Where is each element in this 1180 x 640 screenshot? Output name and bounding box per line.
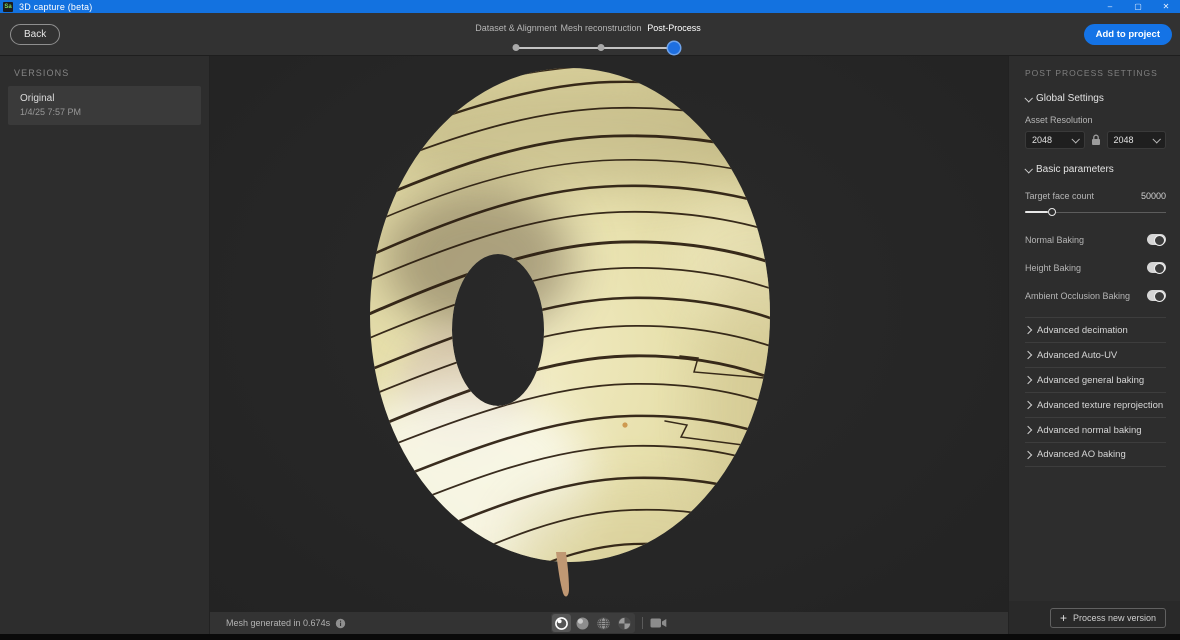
- lock-link-icon[interactable]: [1091, 134, 1101, 146]
- view-uv-check-button[interactable]: [615, 614, 634, 632]
- versions-header: VERSIONS: [14, 68, 70, 78]
- view-shaded-button[interactable]: [573, 614, 592, 632]
- post-process-panel: POST PROCESS SETTINGS Global Settings As…: [1008, 56, 1180, 601]
- step-dot-3-active[interactable]: [668, 41, 680, 54]
- target-face-count-label: Target face count: [1025, 191, 1095, 201]
- step-connector: [604, 47, 668, 49]
- donut-3d-model[interactable]: [210, 56, 1008, 612]
- wireframe-sphere-icon: [597, 616, 610, 630]
- view-textured-button[interactable]: [552, 614, 571, 632]
- advanced-general-baking-row[interactable]: Advanced general baking: [1023, 367, 1166, 392]
- textured-sphere-icon: [555, 616, 568, 630]
- process-stepper: Dataset & Alignment Mesh reconstruction …: [466, 19, 722, 54]
- plus-icon: +: [1060, 611, 1068, 625]
- height-baking-toggle[interactable]: [1147, 262, 1166, 274]
- chevron-right-icon: [1023, 325, 1033, 335]
- advanced-normal-baking-row[interactable]: Advanced normal baking: [1023, 417, 1166, 442]
- info-icon[interactable]: [335, 618, 346, 629]
- basic-parameters-section[interactable]: Basic parameters: [1024, 164, 1166, 175]
- post-process-header: POST PROCESS SETTINGS: [1025, 68, 1158, 78]
- maximize-button[interactable]: ▢: [1124, 0, 1152, 13]
- advanced-texture-reprojection-row[interactable]: Advanced texture reprojection: [1023, 392, 1166, 417]
- close-button[interactable]: ✕: [1152, 0, 1180, 13]
- titlebar: Sa 3D capture (beta) – ▢ ✕: [0, 0, 1180, 13]
- advanced-ao-baking-row[interactable]: Advanced AO baking: [1023, 442, 1166, 467]
- resolution-x-value: 2048: [1032, 135, 1053, 145]
- target-face-count-row: Target face count 50000: [1025, 191, 1166, 201]
- target-face-count-value: 50000: [1140, 191, 1166, 201]
- normal-baking-toggle[interactable]: [1147, 234, 1166, 246]
- advanced-ao-baking-label: Advanced AO baking: [1037, 449, 1126, 460]
- advanced-sections-list: Advanced decimation Advanced Auto-UV Adv…: [1023, 317, 1166, 467]
- add-to-project-button[interactable]: Add to project: [1083, 24, 1172, 45]
- resolution-y-value: 2048: [1113, 135, 1134, 145]
- advanced-auto-uv-row[interactable]: Advanced Auto-UV: [1023, 342, 1166, 367]
- basic-parameters-title: Basic parameters: [1036, 164, 1114, 175]
- chevron-right-icon: [1023, 450, 1033, 459]
- view-wireframe-button[interactable]: [594, 614, 613, 632]
- resolution-y-dropdown[interactable]: 2048: [1106, 131, 1166, 149]
- height-baking-row: Height Baking: [1025, 262, 1166, 274]
- step-dataset-alignment[interactable]: Dataset & Alignment: [475, 23, 557, 33]
- chevron-down-icon: [1070, 135, 1080, 144]
- process-new-version-button[interactable]: + Process new version: [1050, 608, 1167, 628]
- camera-record-icon[interactable]: [650, 617, 667, 629]
- mesh-status: Mesh generated in 0.674s: [226, 612, 346, 634]
- versions-panel: VERSIONS Original 1/4/25 7:57 PM: [0, 56, 210, 634]
- ambient-occlusion-baking-row: Ambient Occlusion Baking: [1025, 290, 1166, 302]
- app-window: Sa 3D capture (beta) – ▢ ✕ Back Dataset …: [0, 0, 1180, 640]
- minimize-button[interactable]: –: [1096, 0, 1124, 13]
- chevron-right-icon: [1023, 400, 1033, 410]
- advanced-auto-uv-label: Advanced Auto-UV: [1037, 349, 1118, 361]
- toolbar: Back Dataset & Alignment Mesh reconstruc…: [0, 13, 1180, 56]
- target-face-count-slider[interactable]: [1025, 207, 1166, 217]
- advanced-texture-reprojection-label: Advanced texture reprojection: [1037, 399, 1164, 411]
- back-button[interactable]: Back: [10, 24, 61, 45]
- viewmode-cluster: [551, 612, 667, 634]
- window-controls: – ▢ ✕: [1096, 0, 1180, 13]
- normal-baking-label: Normal Baking: [1025, 234, 1085, 245]
- chevron-down-icon: [1152, 135, 1161, 144]
- global-settings-title: Global Settings: [1036, 93, 1104, 104]
- step-post-process[interactable]: Post-Process: [647, 23, 701, 33]
- viewmode-group: [551, 613, 635, 633]
- asset-resolution-row: 2048 2048: [1025, 131, 1166, 149]
- resolution-x-dropdown[interactable]: 2048: [1025, 131, 1085, 149]
- window-title: 3D capture (beta): [19, 1, 93, 12]
- viewport-3d[interactable]: [210, 56, 1008, 612]
- asset-resolution-label: Asset Resolution: [1025, 115, 1093, 125]
- sampler-app-icon: Sa: [3, 1, 13, 12]
- chevron-right-icon: [1023, 375, 1033, 385]
- quadrant-sphere-icon: [618, 616, 631, 630]
- slider-fill: [1025, 211, 1048, 213]
- viewmode-divider: [642, 617, 643, 629]
- step-dot-1[interactable]: [512, 44, 520, 51]
- advanced-general-baking-label: Advanced general baking: [1037, 374, 1145, 386]
- normal-baking-row: Normal Baking: [1025, 234, 1166, 246]
- right-footer: + Process new version: [1008, 601, 1180, 634]
- viewport-bottom-bar: Mesh generated in 0.674s: [210, 612, 1008, 634]
- shaded-sphere-icon: [576, 617, 589, 629]
- ambient-occlusion-baking-label: Ambient Occlusion Baking: [1025, 290, 1131, 301]
- step-dot-2[interactable]: [597, 44, 605, 51]
- advanced-decimation-row[interactable]: Advanced decimation: [1023, 317, 1166, 342]
- version-list-item[interactable]: Original 1/4/25 7:57 PM: [8, 86, 201, 125]
- version-name: Original: [20, 93, 55, 104]
- ambient-occlusion-baking-toggle[interactable]: [1147, 290, 1166, 302]
- version-timestamp: 1/4/25 7:57 PM: [20, 107, 82, 117]
- window-bottom-edge: [0, 634, 1180, 640]
- chevron-down-icon: [1024, 93, 1033, 103]
- global-settings-section[interactable]: Global Settings: [1024, 93, 1166, 104]
- slider-knob[interactable]: [1047, 208, 1056, 216]
- chevron-right-icon: [1023, 425, 1033, 435]
- mesh-status-text: Mesh generated in 0.674s: [226, 618, 331, 628]
- advanced-decimation-label: Advanced decimation: [1037, 324, 1128, 336]
- process-new-version-label: Process new version: [1073, 613, 1157, 623]
- chevron-down-icon: [1024, 164, 1033, 174]
- advanced-normal-baking-label: Advanced normal baking: [1037, 424, 1142, 436]
- chevron-right-icon: [1023, 350, 1033, 360]
- step-mesh-reconstruction[interactable]: Mesh reconstruction: [560, 23, 641, 33]
- step-connector: [519, 47, 598, 49]
- height-baking-label: Height Baking: [1025, 262, 1082, 273]
